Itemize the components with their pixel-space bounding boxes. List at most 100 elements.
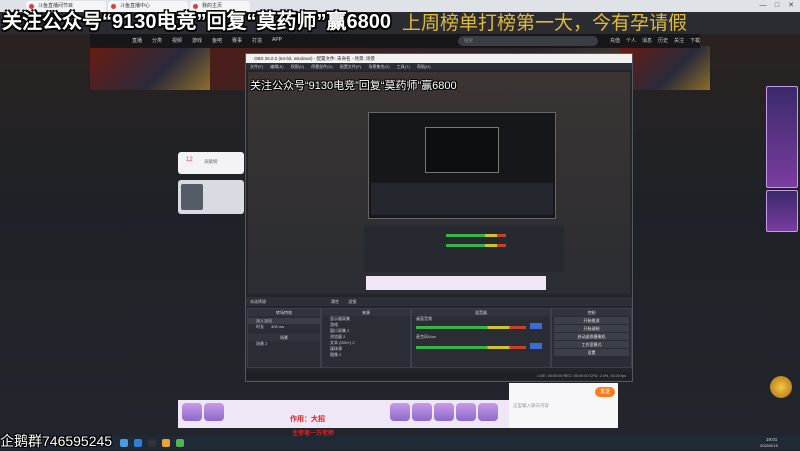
menu-profile[interactable]: 配置文件(P) [340,64,361,69]
avatar [181,184,203,210]
minimize-button[interactable]: — [756,0,770,12]
menu-scene-collection[interactable]: 场景集合(S) [368,64,389,69]
gift-icon[interactable] [390,403,410,421]
nested-obs-docks-outer [364,226,564,272]
mixer-dock: 混音器 桌面音频 麦克风/Aux [411,308,551,368]
banner-left [90,46,210,90]
search-input[interactable]: 搜索 [458,36,598,46]
gift-icon[interactable] [182,403,202,421]
header-link-messages[interactable]: 消息 [642,37,652,44]
preview-overlay-text: 关注公众号“9130电竞”回复“莫药师”赢6800 [250,80,457,92]
nested-obs-preview-inner [425,127,499,173]
gift-caption: 作用：大招 [290,416,325,423]
menu-tools[interactable]: 工具(T) [397,64,410,69]
audio-meter-mic [416,346,526,349]
nav-esports[interactable]: 赛事 [232,37,242,44]
sources-dock: 来源 显示器采集 游戏 窗口采集 2 浏览器 2 文本 (GDI+) 2 媒体源… [321,308,411,368]
start-streaming-button[interactable]: 开始推流 [554,317,629,324]
windows-start-icon[interactable] [120,439,128,447]
gift-icon[interactable] [434,403,454,421]
header-link-recharge[interactable]: 充值 [610,37,620,44]
nav-create[interactable]: 打造 [252,37,262,44]
nav-category[interactable]: 分类 [152,37,162,44]
follow-card[interactable]: 12 贡献榜 [178,152,244,174]
source-item[interactable]: 图像 2 [322,352,410,358]
obs-titlebar: OBS 26.0.2 (64-bit, windows) - 配置文件: 未命名… [246,54,632,63]
side-ad-top[interactable] [766,86,798,188]
transitions-title: 转场特效 [248,309,320,316]
clock-time: 19:01 [766,437,778,442]
overlay-title: 关注公众号“9130电竞”回复“莫药师”赢6800 [2,11,391,33]
nav-game[interactable]: 游戏 [192,37,202,44]
audio-meter-desktop [416,326,526,329]
obs-preview[interactable]: 关注公众号“9130电竞”回复“莫药师”赢6800 [248,72,630,294]
send-button[interactable]: 发送 [595,387,615,397]
overlay-qq-group: 企鹅群746595245 [0,433,113,449]
nav-video[interactable]: 视频 [172,37,182,44]
properties-button[interactable]: 属性 [331,299,339,304]
no-source-label: 未选择源 [250,299,266,304]
transitions-dock: 转场特效 淡入淡出 时长 300 ms 场景 场景 2 [247,308,321,368]
taskbar: 19:01 2020/9/15 [0,436,800,450]
transition-duration[interactable]: 时长 300 ms [248,324,320,330]
header-link-profile[interactable]: 个人 [626,37,636,44]
volume-slider[interactable] [530,323,542,329]
controls-dock: 控制 开始推流 开始录制 启动虚拟摄像机 工作室模式 设置 [551,308,632,368]
overlay-marquee: 上周榜单打榜第一大，今有孕请假 [402,12,688,34]
site-header: 直播 分类 视频 游戏 鱼吧 赛事 打造 APP 搜索 充值 个人 消息 历史 … [90,34,700,48]
scenes-title: 场景 [248,334,320,341]
header-link-follow[interactable]: 关注 [674,37,684,44]
gift-icon[interactable] [204,403,224,421]
nav-app[interactable]: APP [272,37,282,43]
chat-panel: 这里输入聊天内容 发送 [509,383,618,428]
obs-status-bar: LIVE: 00:00:00 REC: 00:00:00 CPU: 2.4%, … [246,372,632,380]
menu-file[interactable]: 文件(F) [250,64,263,69]
clock-date: 2020/9/15 [760,443,778,448]
header-link-download[interactable]: 下载 [690,37,700,44]
wechat-icon[interactable] [176,439,184,447]
mixer-channel-name: 桌面音频 [416,316,432,321]
virtual-camera-button[interactable]: 启动虚拟摄像机 [554,333,629,340]
header-link-history[interactable]: 历史 [658,37,668,44]
gift-bar: 作用：大招 [178,400,513,428]
obs-status-text: LIVE: 00:00:00 REC: 00:00:00 CPU: 2.4%, … [537,374,626,378]
chat-input[interactable]: 这里输入聊天内容 [513,403,583,417]
controls-title: 控制 [552,309,631,316]
volume-slider[interactable] [530,343,542,349]
scene-item[interactable]: 场景 2 [248,341,320,347]
obs-title: OBS 26.0.2 (64-bit, windows) - 配置文件: 未命名… [254,56,376,61]
start-recording-button[interactable]: 开始录制 [554,325,629,332]
nav-fishbar[interactable]: 鱼吧 [212,37,222,44]
nested-meter [446,244,506,247]
nested-gift-bar [366,276,546,290]
rank-label: 贡献榜 [204,159,218,164]
nested-obs-preview [368,112,556,219]
nav-live[interactable]: 直播 [132,37,142,44]
gift-icon[interactable] [478,403,498,421]
menu-edit[interactable]: 编辑(E) [270,64,283,69]
rank-badge-icon[interactable] [770,376,792,398]
obs-menubar: 文件(F) 编辑(E) 视图(V) 停靠部件(D) 配置文件(P) 场景集合(S… [246,63,632,70]
obs-icon[interactable] [148,439,156,447]
sources-title: 来源 [322,309,410,316]
nested-obs-docks [371,183,553,215]
menu-view[interactable]: 视图(V) [291,64,304,69]
obs-window: OBS 26.0.2 (64-bit, windows) - 配置文件: 未命名… [245,53,633,382]
studio-mode-button[interactable]: 工作室模式 [554,341,629,348]
close-button[interactable]: ✕ [784,0,798,12]
gift-icon[interactable] [456,403,476,421]
side-ad-bottom[interactable] [766,190,798,232]
menu-docks[interactable]: 停靠部件(D) [311,64,333,69]
gift-icon[interactable] [412,403,432,421]
source-toolbar: 未选择源 属性 滤镜 [246,297,632,306]
folder-icon[interactable] [162,439,170,447]
menu-help[interactable]: 帮助(H) [417,64,431,69]
viewer-count: 12 [186,157,193,163]
mixer-title: 混音器 [412,309,550,316]
duration-label: 时长 [256,324,264,329]
filters-button[interactable]: 滤镜 [348,299,356,304]
maximize-button[interactable]: □ [770,0,784,12]
settings-button[interactable]: 设置 [554,349,629,356]
browser-icon[interactable] [134,439,142,447]
anchor-card[interactable] [178,180,244,214]
